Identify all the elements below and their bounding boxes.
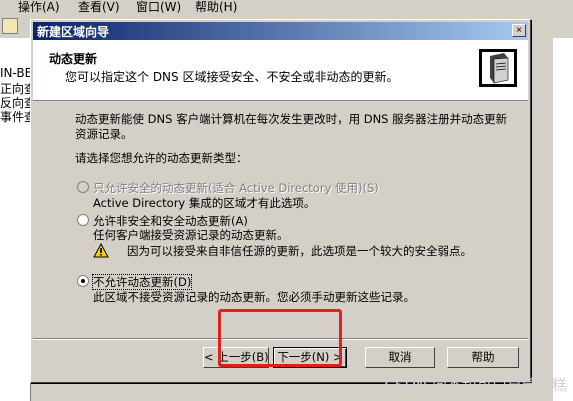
watermark: CSDN @香甜可口草莓蛋糕 [384, 376, 567, 394]
help-button[interactable]: 帮助 [447, 347, 519, 368]
option-no-dynamic-updates[interactable]: 不允许动态更新(D) [77, 274, 193, 290]
content-panel [553, 38, 573, 401]
close-button[interactable]: × [512, 24, 526, 37]
option-nonsecure-and-secure-detail: 任何客户端接受资源记录的动态更新。 [93, 228, 289, 242]
tree-item[interactable]: IN-BE [0, 66, 32, 80]
menu-window[interactable]: 窗口(W) [136, 0, 181, 15]
option-secure-only-detail: Active Directory 集成的区域才有此选项。 [93, 196, 316, 210]
description-text: 动态更新能使 DNS 客户端计算机在每次发生更改时，用 DNS 服务器注册并动态… [75, 112, 508, 141]
server-icon [479, 49, 517, 87]
option-secure-only: 只允许安全的动态更新(适合 Active Directory 使用)(S) [77, 180, 379, 196]
radio-no-dynamic-updates[interactable] [77, 275, 89, 287]
tree-panel: IN-BE 正向查 反向查 事件查 [0, 38, 36, 401]
option-no-dynamic-updates-label[interactable]: 不允许动态更新(D) [91, 274, 193, 290]
cancel-button[interactable]: 取消 [365, 347, 435, 368]
title-bar[interactable]: 新建区域向导 × [33, 22, 528, 40]
radio-nonsecure-and-secure[interactable] [77, 214, 89, 226]
option-nonsecure-and-secure-label[interactable]: 允许非安全和安全动态更新(A) [93, 214, 248, 228]
menu-help[interactable]: 帮助(H) [195, 0, 237, 15]
dialog-title: 新建区域向导 [37, 25, 110, 39]
option-no-dynamic-updates-detail: 此区域不接受资源记录的动态更新。您必须手动更新这些记录。 [93, 290, 415, 304]
option-secure-only-label: 只允许安全的动态更新(适合 Active Directory 使用)(S) [93, 181, 379, 195]
prompt-text: 请选择您想允许的动态更新类型： [75, 151, 248, 165]
wizard-header: 动态更新 您可以指定这个 DNS 区域接受安全、不安全或非动态的更新。 [33, 40, 528, 101]
warning-icon [93, 243, 109, 258]
menubar: 操作(A) 查看(V) 窗口(W) 帮助(H) [0, 0, 573, 14]
highlight-box [218, 309, 342, 367]
folder-up-icon[interactable] [2, 18, 18, 34]
menu-action[interactable]: 操作(A) [18, 0, 60, 15]
radio-secure-only [77, 181, 89, 193]
page-subtitle: 您可以指定这个 DNS 区域接受安全、不安全或非动态的更新。 [65, 70, 399, 84]
menu-view[interactable]: 查看(V) [78, 0, 120, 15]
warning-text: 因为可以接受来自非信任源的更新，此选项是一个较大的安全弱点。 [127, 244, 472, 258]
page-title: 动态更新 [49, 52, 98, 66]
